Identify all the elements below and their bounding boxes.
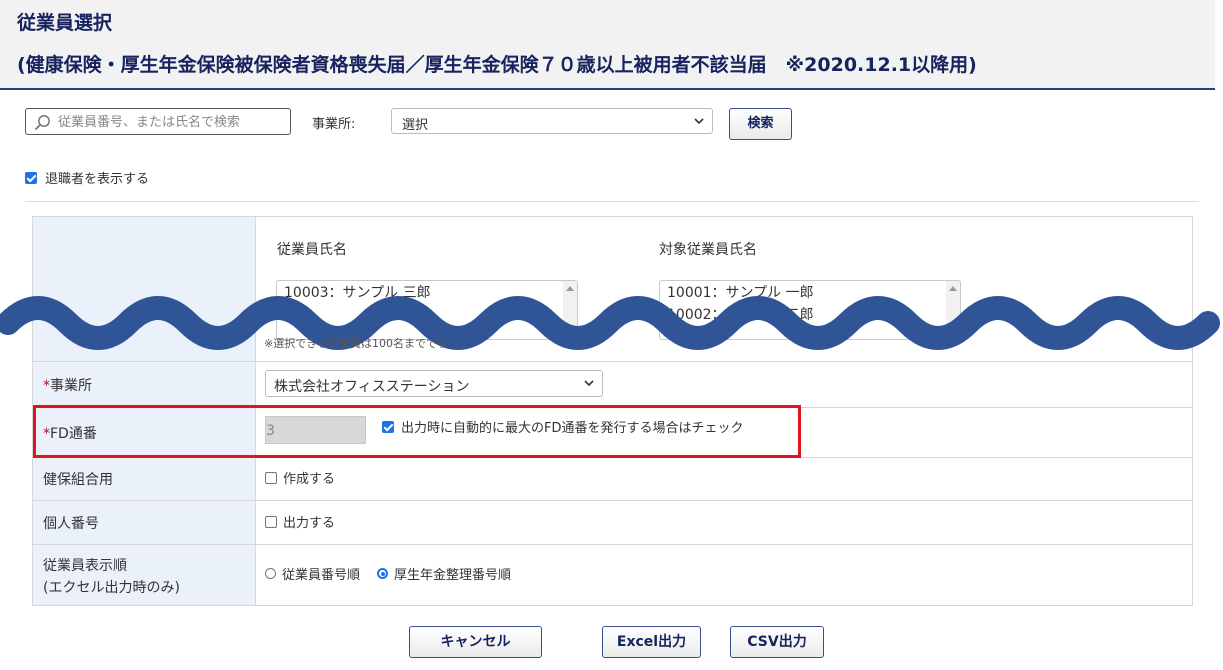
show-retired-checkbox[interactable] <box>25 171 37 184</box>
row-divider <box>33 544 1192 545</box>
row-divider <box>33 361 1192 362</box>
cancel-button[interactable]: キャンセル <box>409 626 542 658</box>
wave-divider <box>0 296 1220 350</box>
show-retired-label: 退職者を表示する <box>45 172 150 187</box>
order-option-pension-number[interactable]: 厚生年金整理番号順 <box>377 564 511 583</box>
chevron-down-icon <box>584 380 594 387</box>
page-subtitle: (健康保険・厚生年金保険被保険者資格喪失届／厚生年金保険７０歳以上被用者不該当届… <box>17 54 977 76</box>
page-title: 従業員選択 <box>17 12 113 34</box>
excel-export-button[interactable]: Excel出力 <box>602 626 701 658</box>
chevron-down-icon <box>694 118 704 125</box>
search-input[interactable] <box>56 111 290 134</box>
office-filter-value: 選択 <box>402 118 429 133</box>
mynumber-row-label: 個人番号 <box>43 516 99 532</box>
order-option-employee-number[interactable]: 従業員番号順 <box>265 564 360 583</box>
mynumber-checkbox[interactable] <box>265 515 277 528</box>
company-select[interactable]: 株式会社オフィスステーション <box>265 370 603 397</box>
show-retired-option[interactable]: 退職者を表示する <box>25 168 149 187</box>
office-filter-select[interactable]: 選択 <box>391 108 713 134</box>
order-row-label: 従業員表示順 <box>43 558 127 574</box>
row-divider <box>33 500 1192 501</box>
mynumber-option[interactable]: 出力する <box>265 512 335 531</box>
order-radio-pension-number[interactable] <box>377 568 388 579</box>
kenpo-checkbox[interactable] <box>265 471 277 484</box>
kenpo-option[interactable]: 作成する <box>265 468 335 487</box>
order-row-sublabel: (エクセル出力時のみ) <box>43 580 180 596</box>
search-box[interactable] <box>25 108 291 135</box>
company-select-value: 株式会社オフィスステーション <box>274 379 470 395</box>
mynumber-option-label: 出力する <box>283 516 336 531</box>
office-row-label: *事業所 <box>43 378 92 394</box>
selection-limit-note: ※選択できる従業員は100名までです。 <box>264 337 458 350</box>
search-button[interactable]: 検索 <box>729 108 792 140</box>
order-radio-employee-number[interactable] <box>265 568 276 579</box>
order-option-employee-number-label: 従業員番号順 <box>282 568 361 583</box>
kenpo-row-label: 健保組合用 <box>43 472 113 488</box>
divider <box>25 201 1199 202</box>
office-filter-label: 事業所: <box>312 117 356 132</box>
search-icon <box>34 115 50 131</box>
target-list-title: 対象従業員氏名 <box>659 242 757 258</box>
kenpo-option-label: 作成する <box>283 472 336 487</box>
employee-list-title: 従業員氏名 <box>277 242 347 258</box>
csv-export-button[interactable]: CSV出力 <box>730 626 824 658</box>
order-option-pension-number-label: 厚生年金整理番号順 <box>394 568 512 583</box>
page-header: 従業員選択 (健康保険・厚生年金保険被保険者資格喪失届／厚生年金保険７０歳以上被… <box>0 0 1215 90</box>
highlight-box <box>33 405 801 458</box>
